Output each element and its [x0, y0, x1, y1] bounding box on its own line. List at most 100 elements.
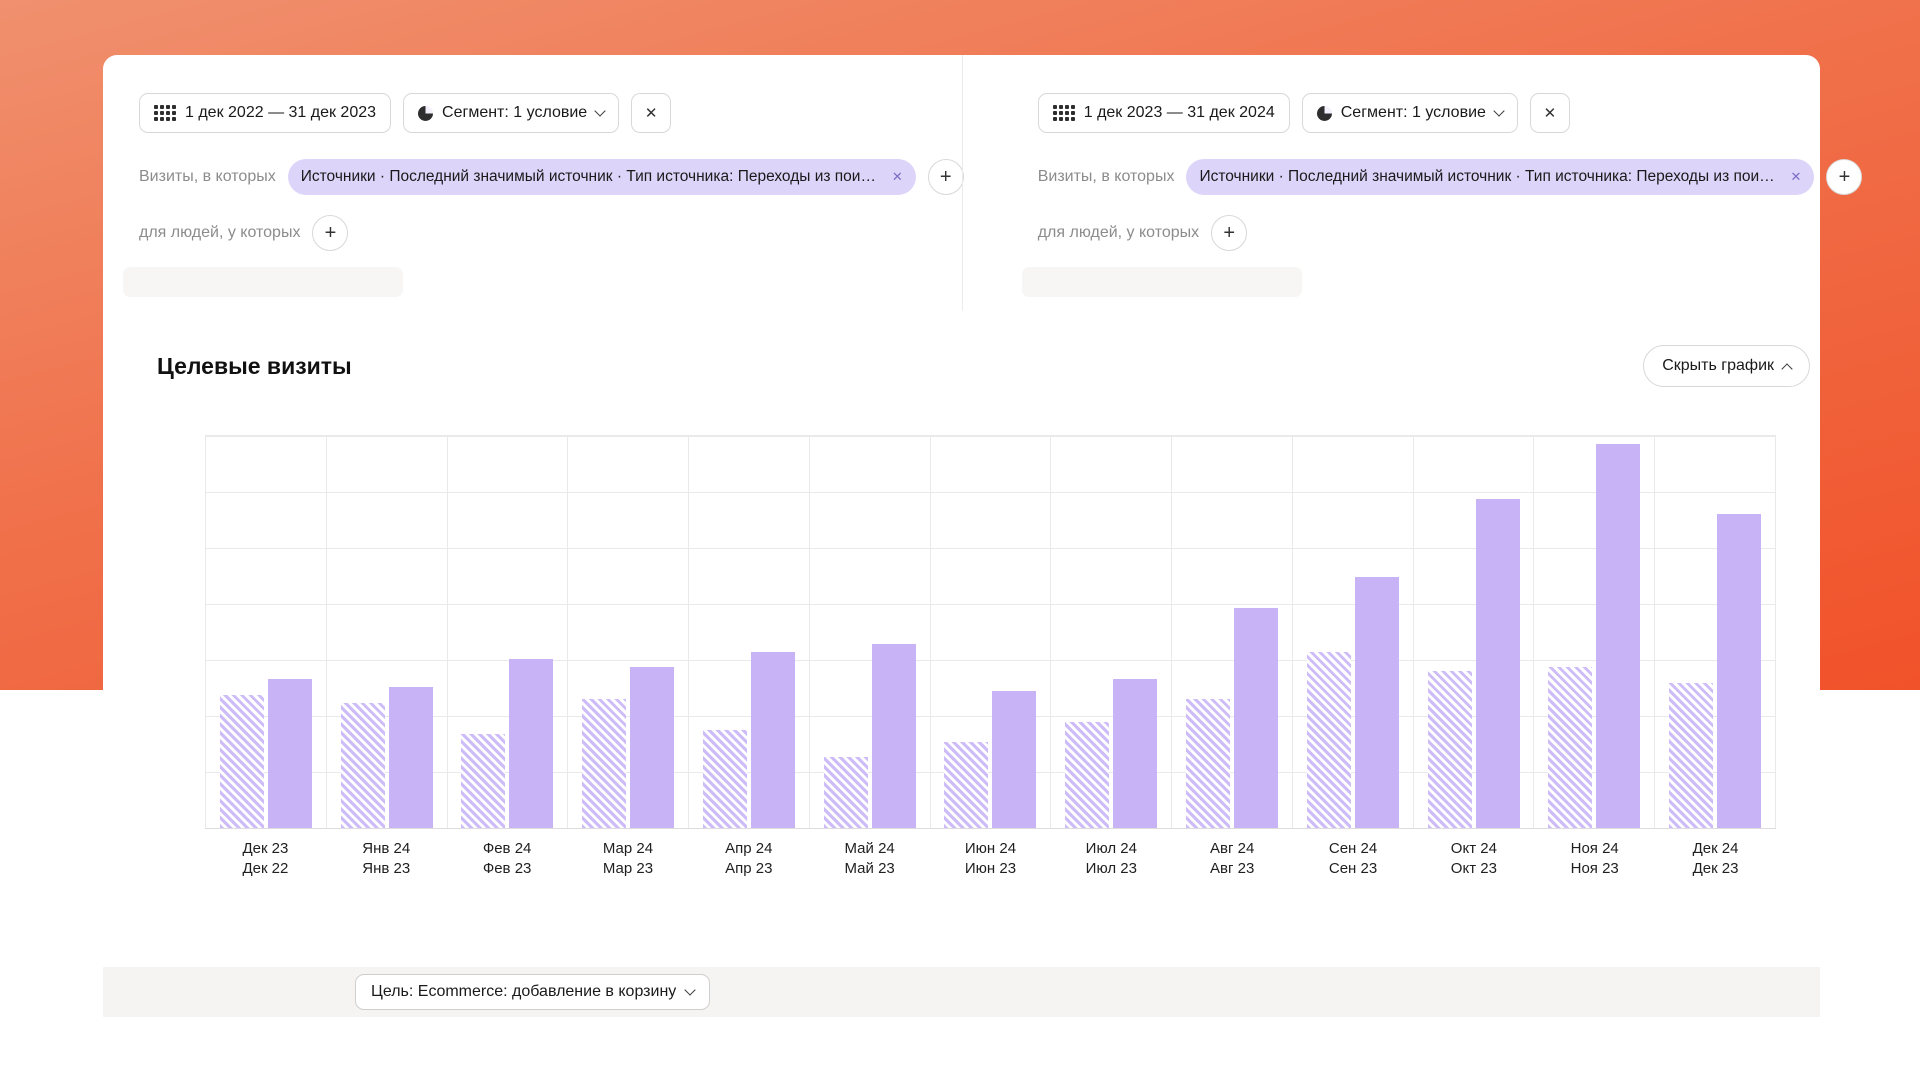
hide-chart-button[interactable]: Скрыть график	[1643, 345, 1810, 387]
segment-label-a: Сегмент: 1 условие	[442, 104, 587, 122]
bar-period-b	[992, 691, 1036, 828]
chart-group	[1533, 436, 1654, 828]
x-axis-label: Ноя 24Ноя 23	[1534, 839, 1655, 880]
bar-period-b	[1596, 444, 1640, 828]
panel-b-controls: 1 дек 2023 — 31 дек 2024 Сегмент: 1 усло…	[1038, 93, 1863, 133]
hide-chart-label: Скрыть график	[1662, 357, 1774, 375]
bar-period-a	[1428, 671, 1472, 828]
x-axis-label: Мар 24Мар 23	[568, 839, 689, 880]
source-condition-chip-b[interactable]: Источники · Последний значимый источник …	[1186, 159, 1814, 195]
segment-label-b: Сегмент: 1 условие	[1341, 104, 1486, 122]
chart-group	[567, 436, 688, 828]
chip-close-icon[interactable]: ✕	[1791, 169, 1802, 185]
chart-group	[930, 436, 1051, 828]
chevron-down-icon	[595, 105, 606, 116]
segment-pie-icon	[1317, 106, 1332, 121]
segment-panel-b: 1 дек 2023 — 31 дек 2024 Сегмент: 1 усло…	[992, 55, 1891, 317]
x-axis-label: Апр 24Апр 23	[688, 839, 809, 880]
panel-b-people-row: для людей, у которых +	[1038, 215, 1863, 251]
bar-period-a	[824, 757, 868, 828]
bar-period-b	[1234, 608, 1278, 828]
segment-panel-a: 1 дек 2022 — 31 дек 2023 Сегмент: 1 усло…	[103, 55, 992, 317]
plus-icon: +	[325, 222, 337, 245]
panel-a-people-row: для людей, у которых +	[139, 215, 964, 251]
bar-period-b	[630, 667, 674, 828]
add-visit-condition-button-a[interactable]: +	[928, 159, 964, 195]
x-axis-label: Окт 24Окт 23	[1413, 839, 1534, 880]
panel-b-visits-row: Визиты, в которых Источники · Последний …	[1038, 159, 1863, 195]
chart-group	[205, 436, 326, 828]
segment-pie-icon	[418, 106, 433, 121]
chevron-up-icon	[1781, 363, 1792, 374]
bar-period-a	[1186, 699, 1230, 828]
bar-period-a	[461, 734, 505, 828]
x-axis-label: Янв 24Янв 23	[326, 839, 447, 880]
panel-a-controls: 1 дек 2022 — 31 дек 2023 Сегмент: 1 усло…	[139, 93, 964, 133]
x-axis-label: Авг 24Авг 23	[1172, 839, 1293, 880]
chart-labels: Дек 23Дек 22Янв 24Янв 23Фев 24Фев 23Мар …	[205, 839, 1776, 880]
chart-group	[688, 436, 809, 828]
chart-group	[1050, 436, 1171, 828]
segment-dropdown-a[interactable]: Сегмент: 1 условие	[403, 93, 619, 133]
chart-group	[1413, 436, 1534, 828]
plus-icon: +	[940, 166, 952, 189]
x-axis-label: Июн 24Июн 23	[930, 839, 1051, 880]
goal-selector-strip: Цель: Ecommerce: добавление в корзину	[103, 967, 1820, 1017]
remove-segment-button-b[interactable]: ✕	[1530, 93, 1570, 133]
bar-period-b	[389, 687, 433, 828]
skeleton-placeholder	[1022, 267, 1302, 297]
plus-icon: +	[1223, 222, 1235, 245]
segment-dropdown-b[interactable]: Сегмент: 1 условие	[1302, 93, 1518, 133]
condition-chip-text: Источники · Последний значимый источник …	[301, 168, 882, 186]
source-condition-chip-a[interactable]: Источники · Последний значимый источник …	[288, 159, 916, 195]
panel-a-visits-row: Визиты, в которых Источники · Последний …	[139, 159, 964, 195]
add-people-condition-button-b[interactable]: +	[1211, 215, 1247, 251]
x-axis-label: Май 24Май 23	[809, 839, 930, 880]
bar-period-b	[1113, 679, 1157, 828]
date-range-button-b[interactable]: 1 дек 2023 — 31 дек 2024	[1038, 93, 1290, 133]
close-icon: ✕	[1544, 104, 1557, 122]
people-condition-label: для людей, у которых	[139, 224, 300, 242]
bar-period-a	[341, 703, 385, 828]
bar-period-b	[1717, 514, 1761, 828]
chart-plot	[205, 435, 1776, 829]
bar-period-a	[1065, 722, 1109, 828]
goal-dropdown[interactable]: Цель: Ecommerce: добавление в корзину	[355, 974, 710, 1010]
bar-period-a	[1307, 652, 1351, 828]
chart-group	[809, 436, 930, 828]
chevron-down-icon	[1493, 105, 1504, 116]
bar-period-b	[1476, 499, 1520, 828]
skeleton-placeholder	[123, 267, 403, 297]
bar-period-a	[944, 742, 988, 828]
visits-condition-label: Визиты, в которых	[139, 168, 276, 186]
section-header: Целевые визиты Скрыть график	[157, 345, 1810, 387]
calendar-grid-icon	[1053, 105, 1075, 121]
chip-close-icon[interactable]: ✕	[892, 169, 903, 185]
chart-group	[1171, 436, 1292, 828]
add-visit-condition-button-b[interactable]: +	[1826, 159, 1862, 195]
remove-segment-button-a[interactable]: ✕	[631, 93, 671, 133]
visits-condition-label: Визиты, в которых	[1038, 168, 1175, 186]
chart-group	[326, 436, 447, 828]
goal-visits-chart: Дек 23Дек 22Янв 24Янв 23Фев 24Фев 23Мар …	[205, 435, 1776, 880]
bar-period-b	[268, 679, 312, 828]
x-axis-label: Дек 24Дек 23	[1655, 839, 1776, 880]
bar-period-b	[1355, 577, 1399, 828]
chart-group	[447, 436, 568, 828]
date-range-button-a[interactable]: 1 дек 2022 — 31 дек 2023	[139, 93, 391, 133]
bar-period-b	[509, 659, 553, 828]
condition-chip-text: Источники · Последний значимый источник …	[1199, 168, 1780, 186]
plus-icon: +	[1839, 166, 1851, 189]
page-title: Целевые визиты	[157, 353, 352, 380]
calendar-grid-icon	[154, 105, 176, 121]
x-axis-label: Июл 24Июл 23	[1051, 839, 1172, 880]
x-axis-label: Фев 24Фев 23	[447, 839, 568, 880]
close-icon: ✕	[645, 104, 658, 122]
chart-group	[1654, 436, 1776, 828]
bar-period-a	[1548, 667, 1592, 828]
x-axis-label: Дек 23Дек 22	[205, 839, 326, 880]
x-axis-label: Сен 24Сен 23	[1293, 839, 1414, 880]
add-people-condition-button-a[interactable]: +	[312, 215, 348, 251]
panel-divider	[962, 55, 963, 311]
bar-period-b	[872, 644, 916, 828]
